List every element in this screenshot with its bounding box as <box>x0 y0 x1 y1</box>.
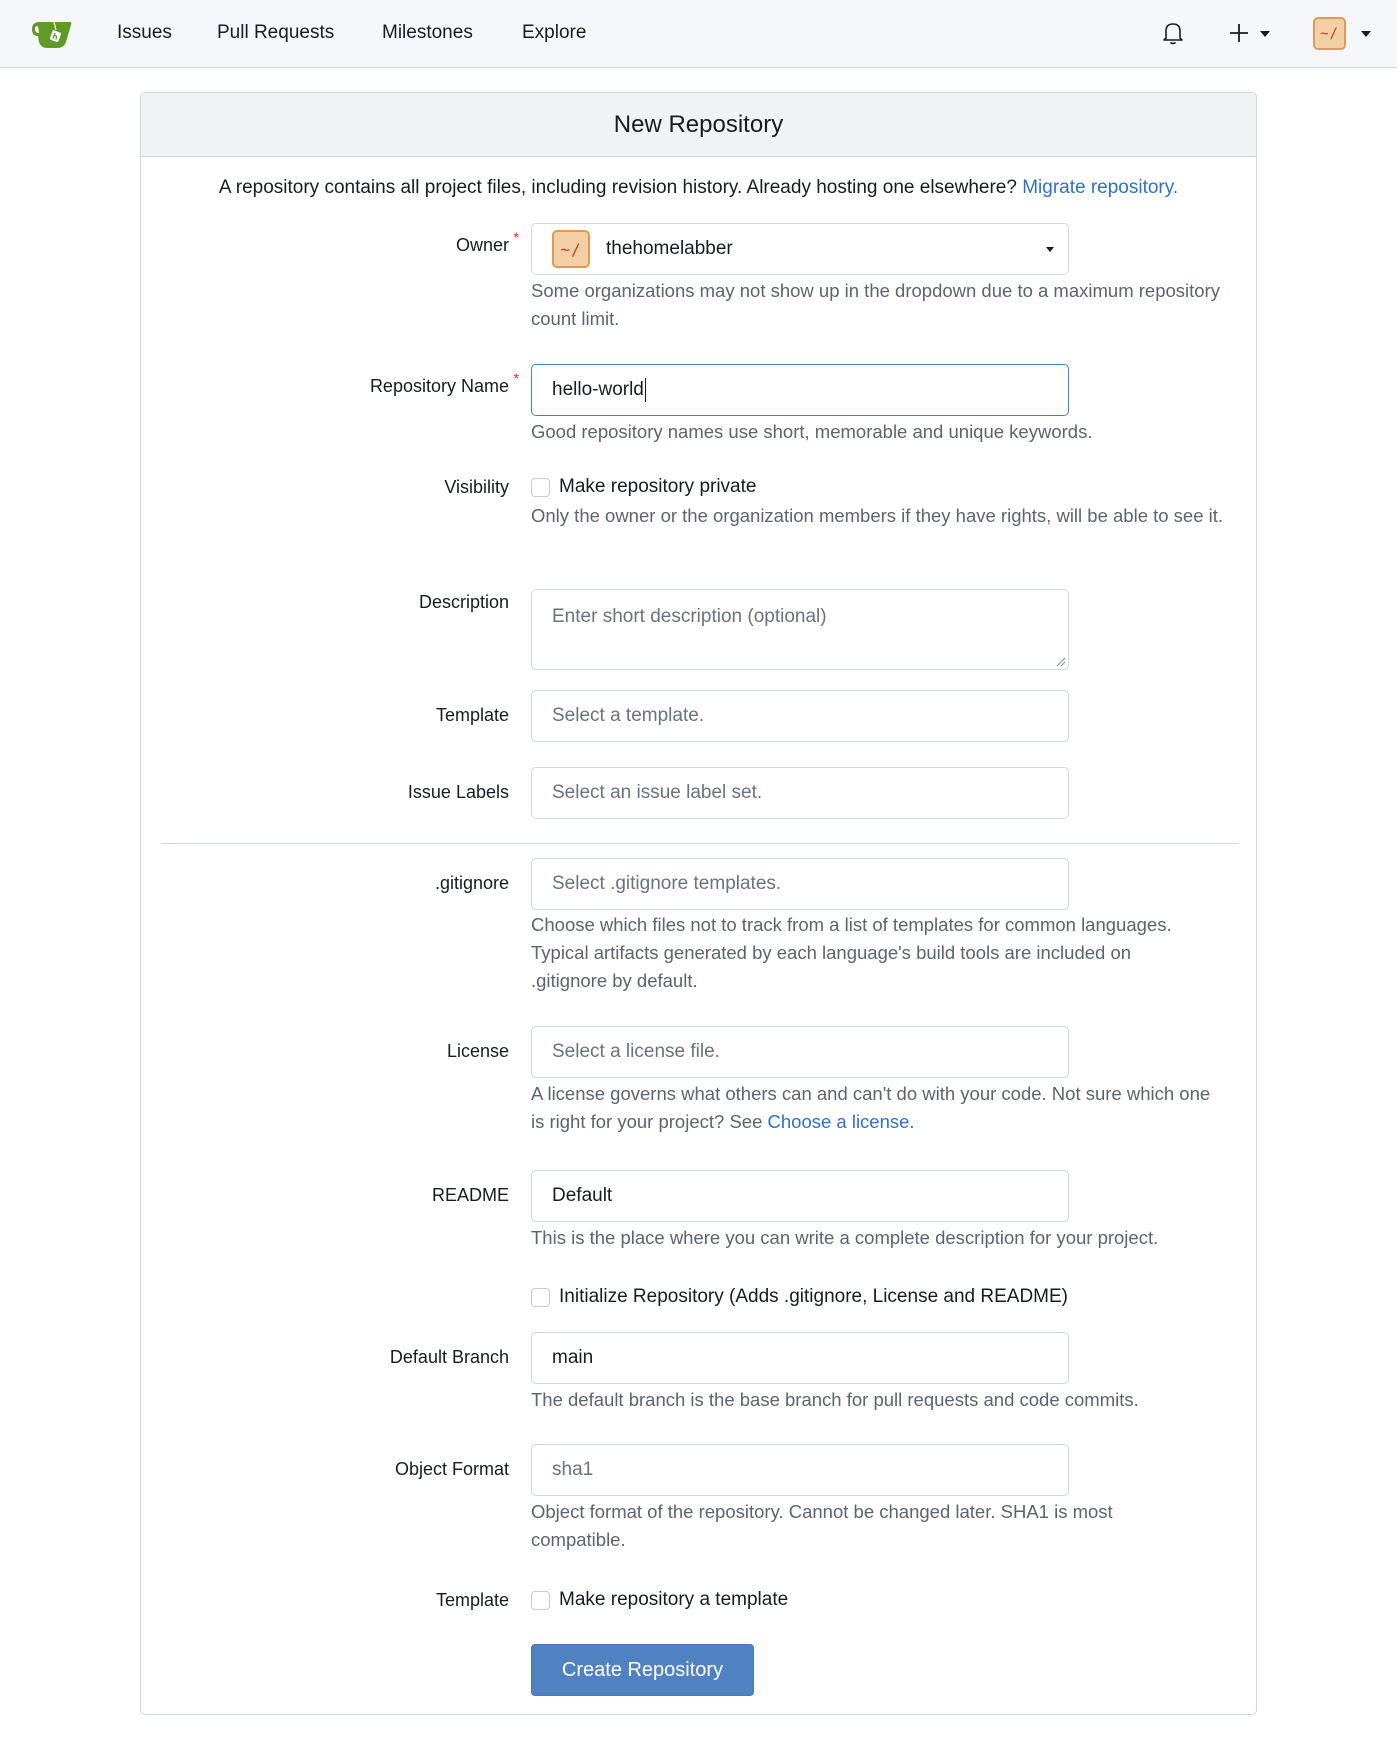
gitignore-label: .gitignore <box>434 873 509 893</box>
required-marker: * <box>513 370 519 386</box>
bell-icon <box>1163 23 1183 45</box>
nav-explore[interactable]: Explore <box>522 22 586 44</box>
page-title: New Repository <box>141 93 1256 157</box>
template-checkbox[interactable] <box>531 1591 550 1610</box>
issue-labels-label: Issue Labels <box>407 782 509 802</box>
owner-value: thehomelabber <box>606 238 733 259</box>
repo-name-label: Repository Name * <box>369 370 519 396</box>
nav-issues[interactable]: Issues <box>117 22 172 44</box>
template-flag-label: Template <box>435 1590 509 1610</box>
object-format-help: Object format of the repository. Cannot … <box>531 1501 1113 1550</box>
avatar: ~/ <box>1313 17 1346 50</box>
top-navbar: Issues Pull Requests Milestones Explore … <box>0 0 1397 68</box>
required-marker: * <box>513 229 519 245</box>
dropdown-caret-icon <box>1046 247 1054 252</box>
default-branch-label: Default Branch <box>389 1347 509 1367</box>
nav-pull-requests[interactable]: Pull Requests <box>217 22 334 44</box>
gitignore-help: Choose which files not to track from a l… <box>531 914 1172 991</box>
template-label: Template <box>435 705 509 725</box>
new-repository-form: New Repository A repository contains all… <box>140 92 1257 1715</box>
migrate-repository-link[interactable]: Migrate repository. <box>1022 177 1178 198</box>
private-checkbox[interactable] <box>531 478 550 497</box>
repo-name-input[interactable]: hello-world <box>531 364 1069 416</box>
visibility-label: Visibility <box>444 477 509 497</box>
description-label: Description <box>418 592 509 612</box>
chevron-down-icon <box>1361 31 1371 37</box>
default-branch-input[interactable]: main <box>531 1332 1069 1384</box>
template-checkbox-label[interactable]: Make repository a template <box>559 1589 788 1611</box>
intro-text: A repository contains all project files,… <box>218 177 1179 198</box>
chevron-down-icon <box>1260 31 1270 37</box>
description-textarea[interactable]: Enter short description (optional) <box>531 589 1069 670</box>
text-cursor <box>644 378 646 402</box>
notifications-button[interactable] <box>1161 20 1185 46</box>
private-checkbox-label[interactable]: Make repository private <box>559 476 756 498</box>
owner-avatar: ~/ <box>552 230 590 268</box>
nav-milestones[interactable]: Milestones <box>382 22 473 44</box>
license-dropdown[interactable]: Select a license file. <box>531 1026 1069 1078</box>
readme-help: This is the place where you can write a … <box>531 1227 1159 1248</box>
template-dropdown[interactable]: Select a template. <box>531 690 1069 742</box>
resize-handle-icon[interactable] <box>1056 657 1065 666</box>
choose-license-link[interactable]: Choose a license. <box>768 1111 915 1132</box>
default-branch-help: The default branch is the base branch fo… <box>531 1389 1139 1410</box>
owner-help: Some organizations may not show up in th… <box>531 280 1220 329</box>
create-repository-button[interactable]: Create Repository <box>531 1644 754 1696</box>
owner-label: Owner * <box>455 229 519 255</box>
object-format-dropdown[interactable]: sha1 <box>531 1444 1069 1496</box>
owner-dropdown[interactable]: ~/ thehomelabber <box>531 223 1069 275</box>
init-repo-checkbox-label[interactable]: Initialize Repository (Adds .gitignore, … <box>559 1286 1068 1308</box>
license-label: License <box>446 1041 509 1061</box>
issue-labels-dropdown[interactable]: Select an issue label set. <box>531 767 1069 819</box>
gitea-logo-icon[interactable] <box>30 18 74 50</box>
readme-label: README <box>431 1185 509 1205</box>
user-menu[interactable]: ~/ <box>1311 15 1377 53</box>
create-new-menu[interactable] <box>1226 20 1274 46</box>
init-repo-checkbox[interactable] <box>531 1288 550 1307</box>
plus-icon <box>1230 24 1248 42</box>
license-help: A license governs what others can and ca… <box>531 1083 1211 1132</box>
visibility-help: Only the owner or the organization membe… <box>531 505 1224 526</box>
gitignore-dropdown[interactable]: Select .gitignore templates. <box>531 858 1069 910</box>
object-format-label: Object Format <box>394 1459 509 1479</box>
section-divider <box>161 843 1238 844</box>
readme-dropdown[interactable]: Default <box>531 1170 1069 1222</box>
repo-name-help: Good repository names use short, memorab… <box>531 421 1093 442</box>
